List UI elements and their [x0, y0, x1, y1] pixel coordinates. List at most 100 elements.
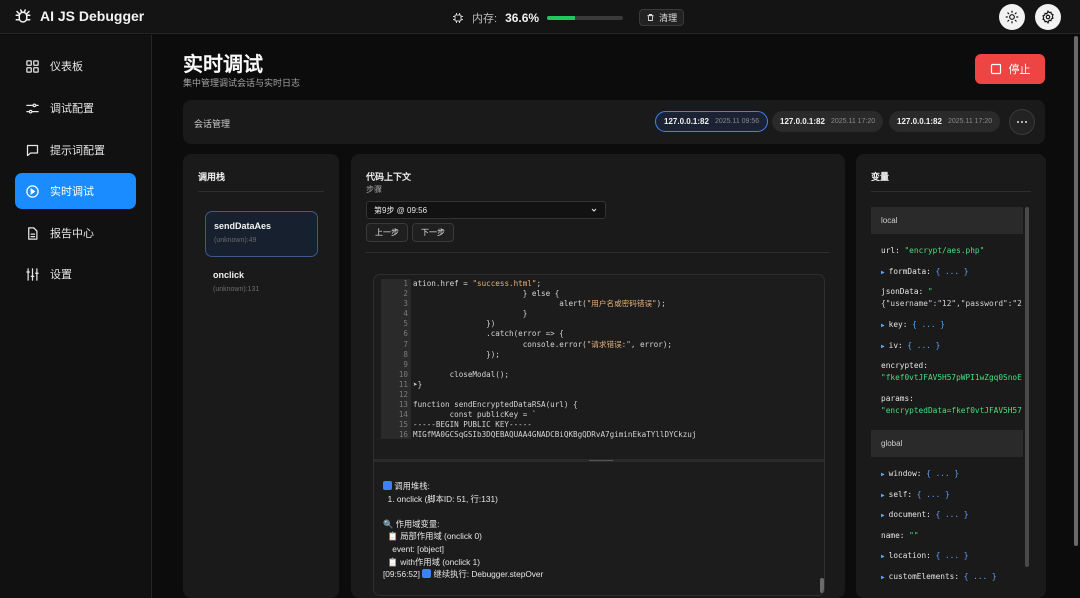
session-ip: 127.0.0.1:82	[780, 117, 825, 126]
variable-row[interactable]: ▶ iv: { ... }	[881, 341, 940, 350]
variable-name: window:	[888, 469, 927, 478]
code-line: .catch(error => {	[413, 329, 564, 339]
expand-triangle-icon[interactable]: ▶	[881, 574, 885, 581]
line-number[interactable]: 8	[381, 350, 408, 360]
line-number[interactable]: 13	[381, 400, 408, 410]
line-number[interactable]: 12	[381, 390, 408, 400]
variable-row[interactable]: ▶ formData: { ... }	[881, 267, 968, 276]
line-number[interactable]: 6	[381, 329, 408, 339]
memory-bar	[547, 15, 624, 20]
line-number[interactable]: 16	[381, 430, 408, 440]
variable-row[interactable]: ▶ customElements: { ... }	[881, 572, 997, 581]
page-scrollbar[interactable]	[1074, 36, 1078, 546]
variable-row[interactable]: ▶ document: { ... }	[881, 510, 968, 519]
variable-row[interactable]: ▶ key: { ... }	[881, 320, 945, 329]
scope-header-global[interactable]: global	[871, 430, 1023, 457]
expand-triangle-icon[interactable]: ▶	[881, 553, 885, 560]
variable-name: location:	[888, 551, 936, 560]
variable-name: encrypted:	[881, 361, 928, 370]
expand-triangle-icon[interactable]: ▶	[881, 322, 885, 329]
variable-value: "encrypt/aes.php"	[904, 246, 985, 255]
code-line: }	[413, 309, 528, 319]
next-step-button[interactable]: 下一步	[412, 223, 454, 242]
session-chip[interactable]: 127.0.0.1:82 2025.11 17:20	[772, 111, 884, 132]
session-chip[interactable]: 127.0.0.1:82 2025.11 17:20	[889, 111, 1001, 132]
stack-frame[interactable]: sendDataAes (unknown):49	[205, 211, 318, 257]
code-line: ➤}	[413, 379, 423, 389]
expand-triangle-icon[interactable]: ▶	[881, 512, 885, 519]
variable-value: { ... }	[935, 266, 969, 276]
console-line: event: [object]	[392, 543, 444, 554]
variable-row[interactable]: ▶ self: { ... }	[881, 490, 950, 499]
play-badge-icon	[422, 569, 432, 579]
trash-icon	[646, 13, 655, 22]
sidebar-item-live-debug[interactable]: 实时调试	[15, 173, 136, 209]
session-ip: 127.0.0.1:82	[897, 117, 942, 126]
line-number[interactable]: 5	[381, 319, 408, 329]
code-line: });	[413, 349, 500, 359]
sidebar-item-debug-config[interactable]: 调试配置	[15, 90, 136, 126]
expand-triangle-icon[interactable]: ▶	[881, 471, 885, 478]
variable-row[interactable]: ▶ location: { ... }	[881, 551, 968, 560]
line-number[interactable]: 2	[381, 289, 408, 299]
settings-button[interactable]	[1035, 4, 1061, 30]
variable-name: name:	[881, 530, 910, 540]
more-sessions-button[interactable]	[1009, 109, 1035, 135]
code-line: function sendEncryptedDataRSA(url) {	[413, 400, 578, 410]
stop-square-icon	[990, 63, 1002, 75]
expand-triangle-icon[interactable]: ▶	[881, 492, 885, 499]
step-select[interactable]: 第9步 @ 09:56	[366, 201, 606, 219]
line-number[interactable]: 10	[381, 370, 408, 380]
variable-value: { ... }	[935, 551, 969, 560]
page-title: 实时调试	[183, 54, 263, 76]
variable-row: name: ""	[881, 531, 919, 540]
console-scrollbar[interactable]	[820, 578, 824, 593]
clear-label: 清理	[659, 13, 678, 23]
prev-step-button[interactable]: 上一步	[366, 223, 408, 242]
line-number[interactable]: 11	[381, 380, 408, 390]
session-bar: 会话管理 127.0.0.1:82 2025.11 09:56 127.0.0.…	[183, 100, 1045, 144]
code-line: } else {	[413, 289, 560, 299]
console-line: 🔍 作用域变量:	[383, 518, 440, 529]
clear-memory-button[interactable]: 清理	[639, 9, 685, 26]
variable-name: key:	[888, 320, 913, 329]
console-line: 1. onclick (脚本ID: 51, 行:131)	[387, 493, 498, 504]
stop-button[interactable]: 停止	[975, 54, 1045, 84]
debug-console: 调用堆栈: 1. onclick (脚本ID: 51, 行:131) 🔍 作用域…	[383, 480, 813, 581]
line-number[interactable]: 3	[381, 299, 408, 309]
variables-panel: 变量 local url: "encrypt/aes.php" ▶ formData…	[856, 154, 1046, 598]
variable-name: jsonData:	[881, 287, 928, 296]
theme-toggle-button[interactable]	[999, 4, 1025, 30]
session-ip: 127.0.0.1:82	[664, 117, 709, 126]
variable-row[interactable]: ▶ window: { ... }	[881, 469, 959, 478]
sidebar-item-label: 仪表板	[50, 61, 83, 73]
stack-frame-loc: (unknown):49	[214, 237, 257, 244]
sidebar-item-dashboard[interactable]: 仪表板	[15, 48, 136, 84]
expand-triangle-icon[interactable]: ▶	[881, 269, 885, 276]
chip-icon	[452, 12, 464, 24]
expand-triangle-icon[interactable]: ▶	[881, 343, 885, 350]
code-line: MIGfMA0GCSqGSIb3DQEBAQUAA4GNADCBiQKBgQDR…	[413, 430, 697, 439]
sidebar-item-reports[interactable]: 报告中心	[15, 215, 136, 251]
sidebar-item-prompt-config[interactable]: 提示词配置	[15, 132, 136, 168]
sidebar-item-settings[interactable]: 设置	[15, 256, 136, 292]
variable-row: url: "encrypt/aes.php"	[881, 246, 984, 255]
session-chip[interactable]: 127.0.0.1:82 2025.11 09:56	[655, 111, 769, 132]
stack-frame-fn: sendDataAes	[214, 221, 272, 231]
line-number[interactable]: 4	[381, 309, 408, 319]
variable-name: document:	[888, 510, 936, 519]
code-line: -----BEGIN PUBLIC KEY-----	[413, 420, 532, 430]
variable-name: url:	[881, 246, 905, 255]
code-lines: ation.href = "success.html"; } else { al…	[411, 279, 696, 439]
console-line: [09:56:52] 继续执行: Debugger.stepOver	[383, 569, 544, 580]
line-number[interactable]: 14	[381, 410, 408, 420]
settings-sliders-icon	[25, 267, 40, 282]
line-number[interactable]: 7	[381, 340, 408, 350]
sidebar-item-label: 调试配置	[50, 103, 94, 115]
variables-scrollbar[interactable]	[1025, 207, 1029, 567]
line-number[interactable]: 1	[381, 279, 408, 289]
line-number[interactable]: 9	[381, 360, 408, 370]
line-number[interactable]: 15	[381, 420, 408, 430]
stack-frame[interactable]: onclick (unknown):131	[205, 261, 318, 307]
scope-header-local[interactable]: local	[871, 207, 1023, 234]
